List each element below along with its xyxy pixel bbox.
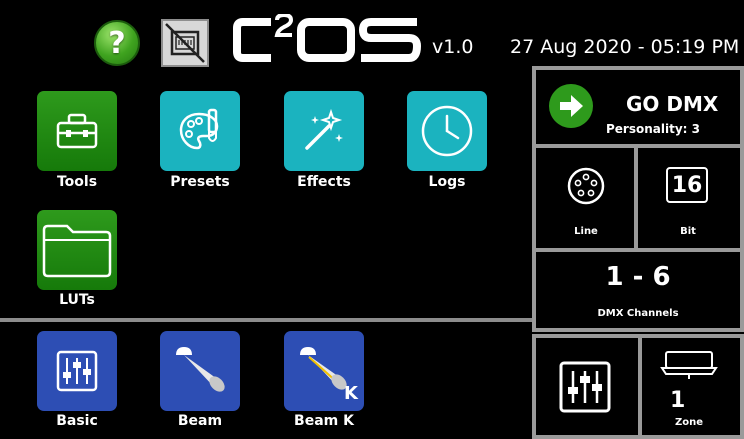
- basic-label: Basic: [56, 413, 98, 429]
- palette-brush-icon: [179, 108, 219, 150]
- go-dmx-button[interactable]: GO DMX Personality: 3: [538, 72, 738, 144]
- luts-tile-button[interactable]: [37, 210, 117, 290]
- effects-label: Effects: [297, 174, 351, 190]
- clock-icon: [421, 105, 473, 157]
- xlr-connector-icon: [567, 167, 605, 205]
- date-time-label: 27 Aug 2020 - 05:19 PM: [510, 36, 740, 58]
- mixer-faders-icon: [559, 361, 611, 412]
- presets-label: Presets: [170, 174, 230, 190]
- zone-value: 1: [670, 388, 686, 413]
- help-icon: ?: [108, 25, 126, 61]
- spotlight-beam-icon: [176, 347, 225, 392]
- tools-tile-button[interactable]: [37, 91, 117, 171]
- tools-label: Tools: [56, 174, 98, 190]
- line-label: Line: [574, 226, 598, 237]
- dmx-channels-value: 1 - 6: [605, 262, 671, 292]
- bit-label: Bit: [680, 226, 696, 237]
- logs-tile-button[interactable]: [407, 91, 487, 171]
- zone-light-icon: [660, 351, 718, 379]
- beam-k-mode-button[interactable]: K: [284, 331, 364, 411]
- magic-wand-icon: [305, 108, 343, 150]
- section-divider: [0, 318, 532, 322]
- mixer-button[interactable]: [536, 338, 634, 435]
- c2os-logo: [233, 14, 422, 62]
- go-dmx-label: GO DMX: [626, 92, 719, 116]
- help-button[interactable]: ?: [94, 20, 140, 66]
- mixer-faders-icon: [56, 350, 98, 392]
- network-disconnected-button[interactable]: [161, 19, 209, 67]
- dmx-channels-label: DMX Channels: [597, 308, 679, 319]
- presets-tile-button[interactable]: [160, 91, 240, 171]
- toolbox-icon: [56, 113, 98, 149]
- header-bar: ? v1.0 27 Aug 2020 - 05:19 PM: [0, 0, 744, 68]
- bit-depth-value: 16: [666, 167, 708, 203]
- beam-k-label: Beam K: [294, 413, 354, 429]
- go-arrow-circle: [549, 84, 593, 128]
- logs-label: Logs: [428, 174, 466, 190]
- personality-label: Personality: 3: [606, 122, 700, 136]
- ethernet-disconnected-icon: [165, 23, 205, 63]
- version-label: v1.0: [432, 36, 474, 58]
- zone-label: Zone: [674, 417, 704, 428]
- effects-tile-button[interactable]: [284, 91, 364, 171]
- beam-label: Beam: [177, 413, 223, 429]
- basic-mode-button[interactable]: [37, 331, 117, 411]
- line-input-button[interactable]: Line: [538, 148, 634, 248]
- luts-label: LUTs: [59, 292, 95, 308]
- beam-mode-button[interactable]: [160, 331, 240, 411]
- folder-icon: [42, 224, 112, 278]
- arrow-right-icon: [560, 95, 583, 117]
- beam-k-badge: K: [344, 383, 358, 404]
- zone-button[interactable]: Zone: [638, 338, 740, 435]
